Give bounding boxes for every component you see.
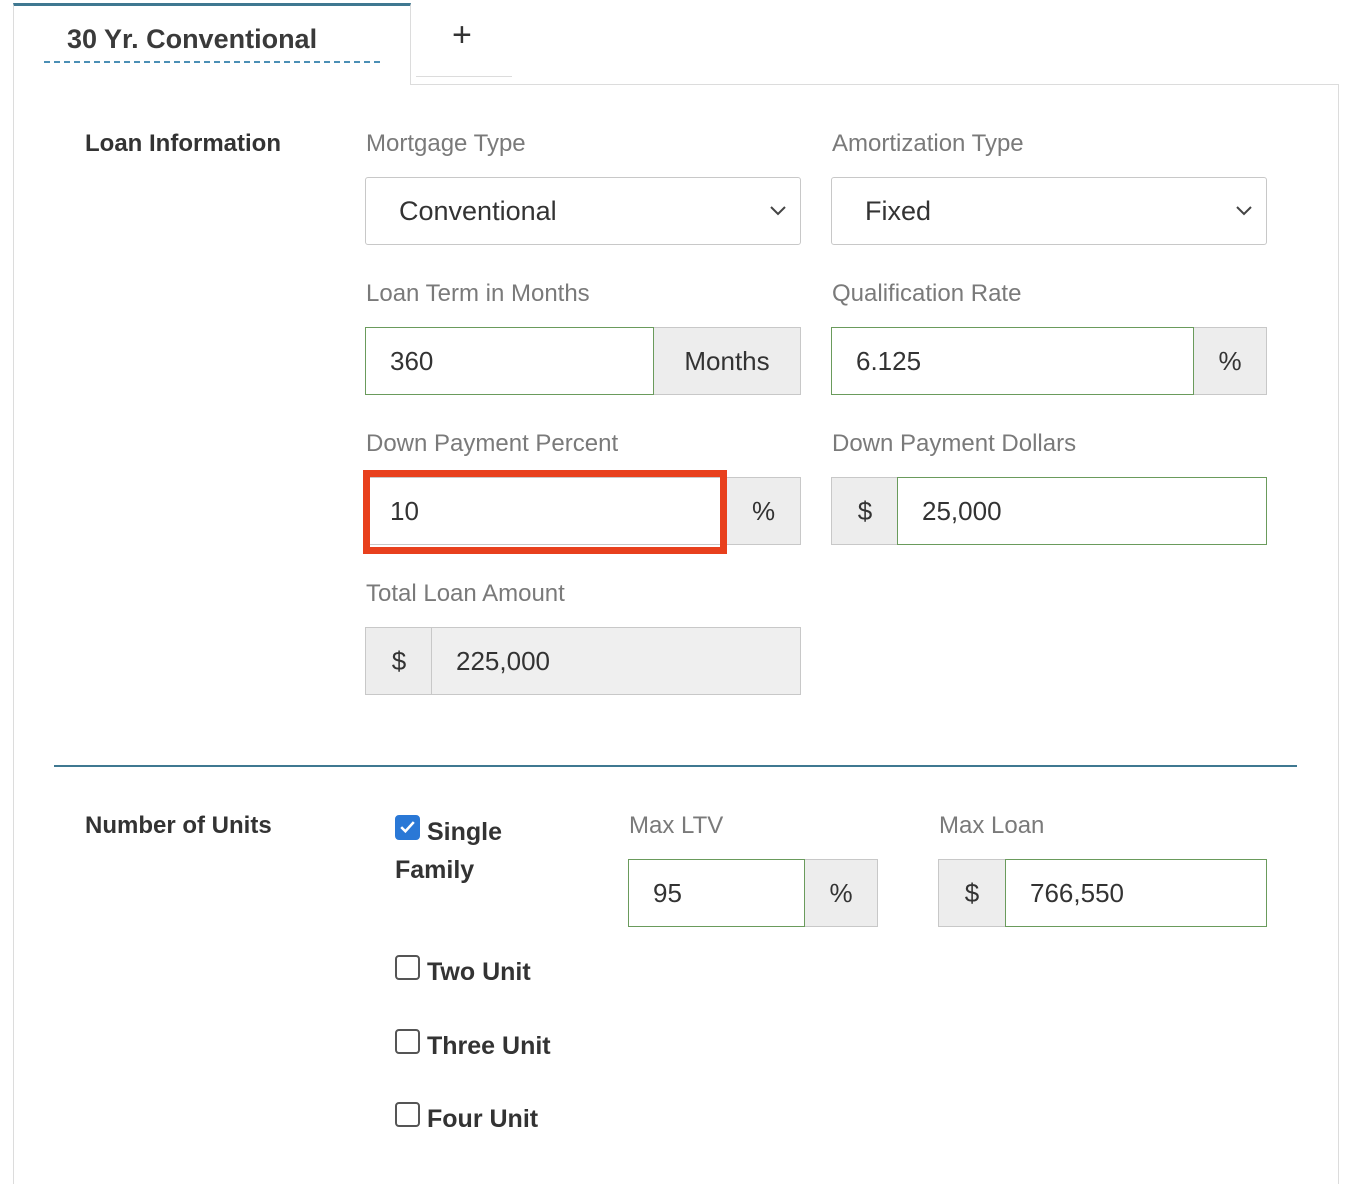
four-unit-label[interactable]: Four Unit: [427, 1100, 538, 1138]
max-loan-input[interactable]: 766,550: [1005, 859, 1267, 927]
months-addon: Months: [653, 327, 801, 395]
loan-term-input[interactable]: 360: [365, 327, 654, 395]
mortgage-type-label: Mortgage Type: [366, 130, 526, 157]
down-payment-percent-label: Down Payment Percent: [366, 430, 619, 457]
two-unit-checkbox[interactable]: [395, 955, 420, 980]
section-divider: [54, 765, 1297, 767]
tab-label[interactable]: 30 Yr. Conventional: [67, 24, 317, 55]
total-loan-amount-field: 225,000: [431, 627, 801, 695]
single-family-label[interactable]: Single Family: [395, 813, 545, 889]
two-unit-label[interactable]: Two Unit: [427, 953, 531, 991]
qualification-rate-label: Qualification Rate: [832, 280, 1022, 307]
qualification-rate-input[interactable]: 6.125: [831, 327, 1194, 395]
three-unit-label[interactable]: Three Unit: [427, 1027, 551, 1065]
percent-addon: %: [1193, 327, 1267, 395]
mortgage-type-select[interactable]: Conventional: [365, 177, 801, 245]
add-tab-button[interactable]: +: [452, 18, 472, 52]
add-tab-underline: [416, 76, 512, 77]
chevron-down-icon: [1236, 206, 1252, 216]
number-of-units-heading: Number of Units: [85, 812, 272, 839]
mortgage-type-value: Conventional: [399, 195, 557, 226]
amortization-type-label: Amortization Type: [832, 130, 1024, 157]
percent-addon: %: [726, 477, 801, 545]
tab-underline: [44, 61, 380, 63]
max-ltv-label: Max LTV: [629, 812, 724, 839]
dollar-addon: $: [831, 477, 899, 545]
amortization-type-value: Fixed: [865, 195, 932, 226]
percent-addon: %: [804, 859, 878, 927]
three-unit-checkbox[interactable]: [395, 1029, 420, 1054]
down-payment-dollars-input[interactable]: 25,000: [897, 477, 1267, 545]
chevron-down-icon: [770, 206, 786, 216]
highlight-box: [363, 470, 727, 554]
dollar-addon: $: [365, 627, 433, 695]
down-payment-dollars-label: Down Payment Dollars: [832, 430, 1077, 457]
four-unit-checkbox[interactable]: [395, 1102, 420, 1127]
dollar-addon: $: [938, 859, 1006, 927]
max-ltv-input[interactable]: 95: [628, 859, 805, 927]
loan-term-label: Loan Term in Months: [366, 280, 590, 307]
loan-information-heading: Loan Information: [85, 130, 281, 157]
total-loan-amount-label: Total Loan Amount: [366, 580, 565, 607]
amortization-type-select[interactable]: Fixed: [831, 177, 1267, 245]
max-loan-label: Max Loan: [939, 812, 1045, 839]
